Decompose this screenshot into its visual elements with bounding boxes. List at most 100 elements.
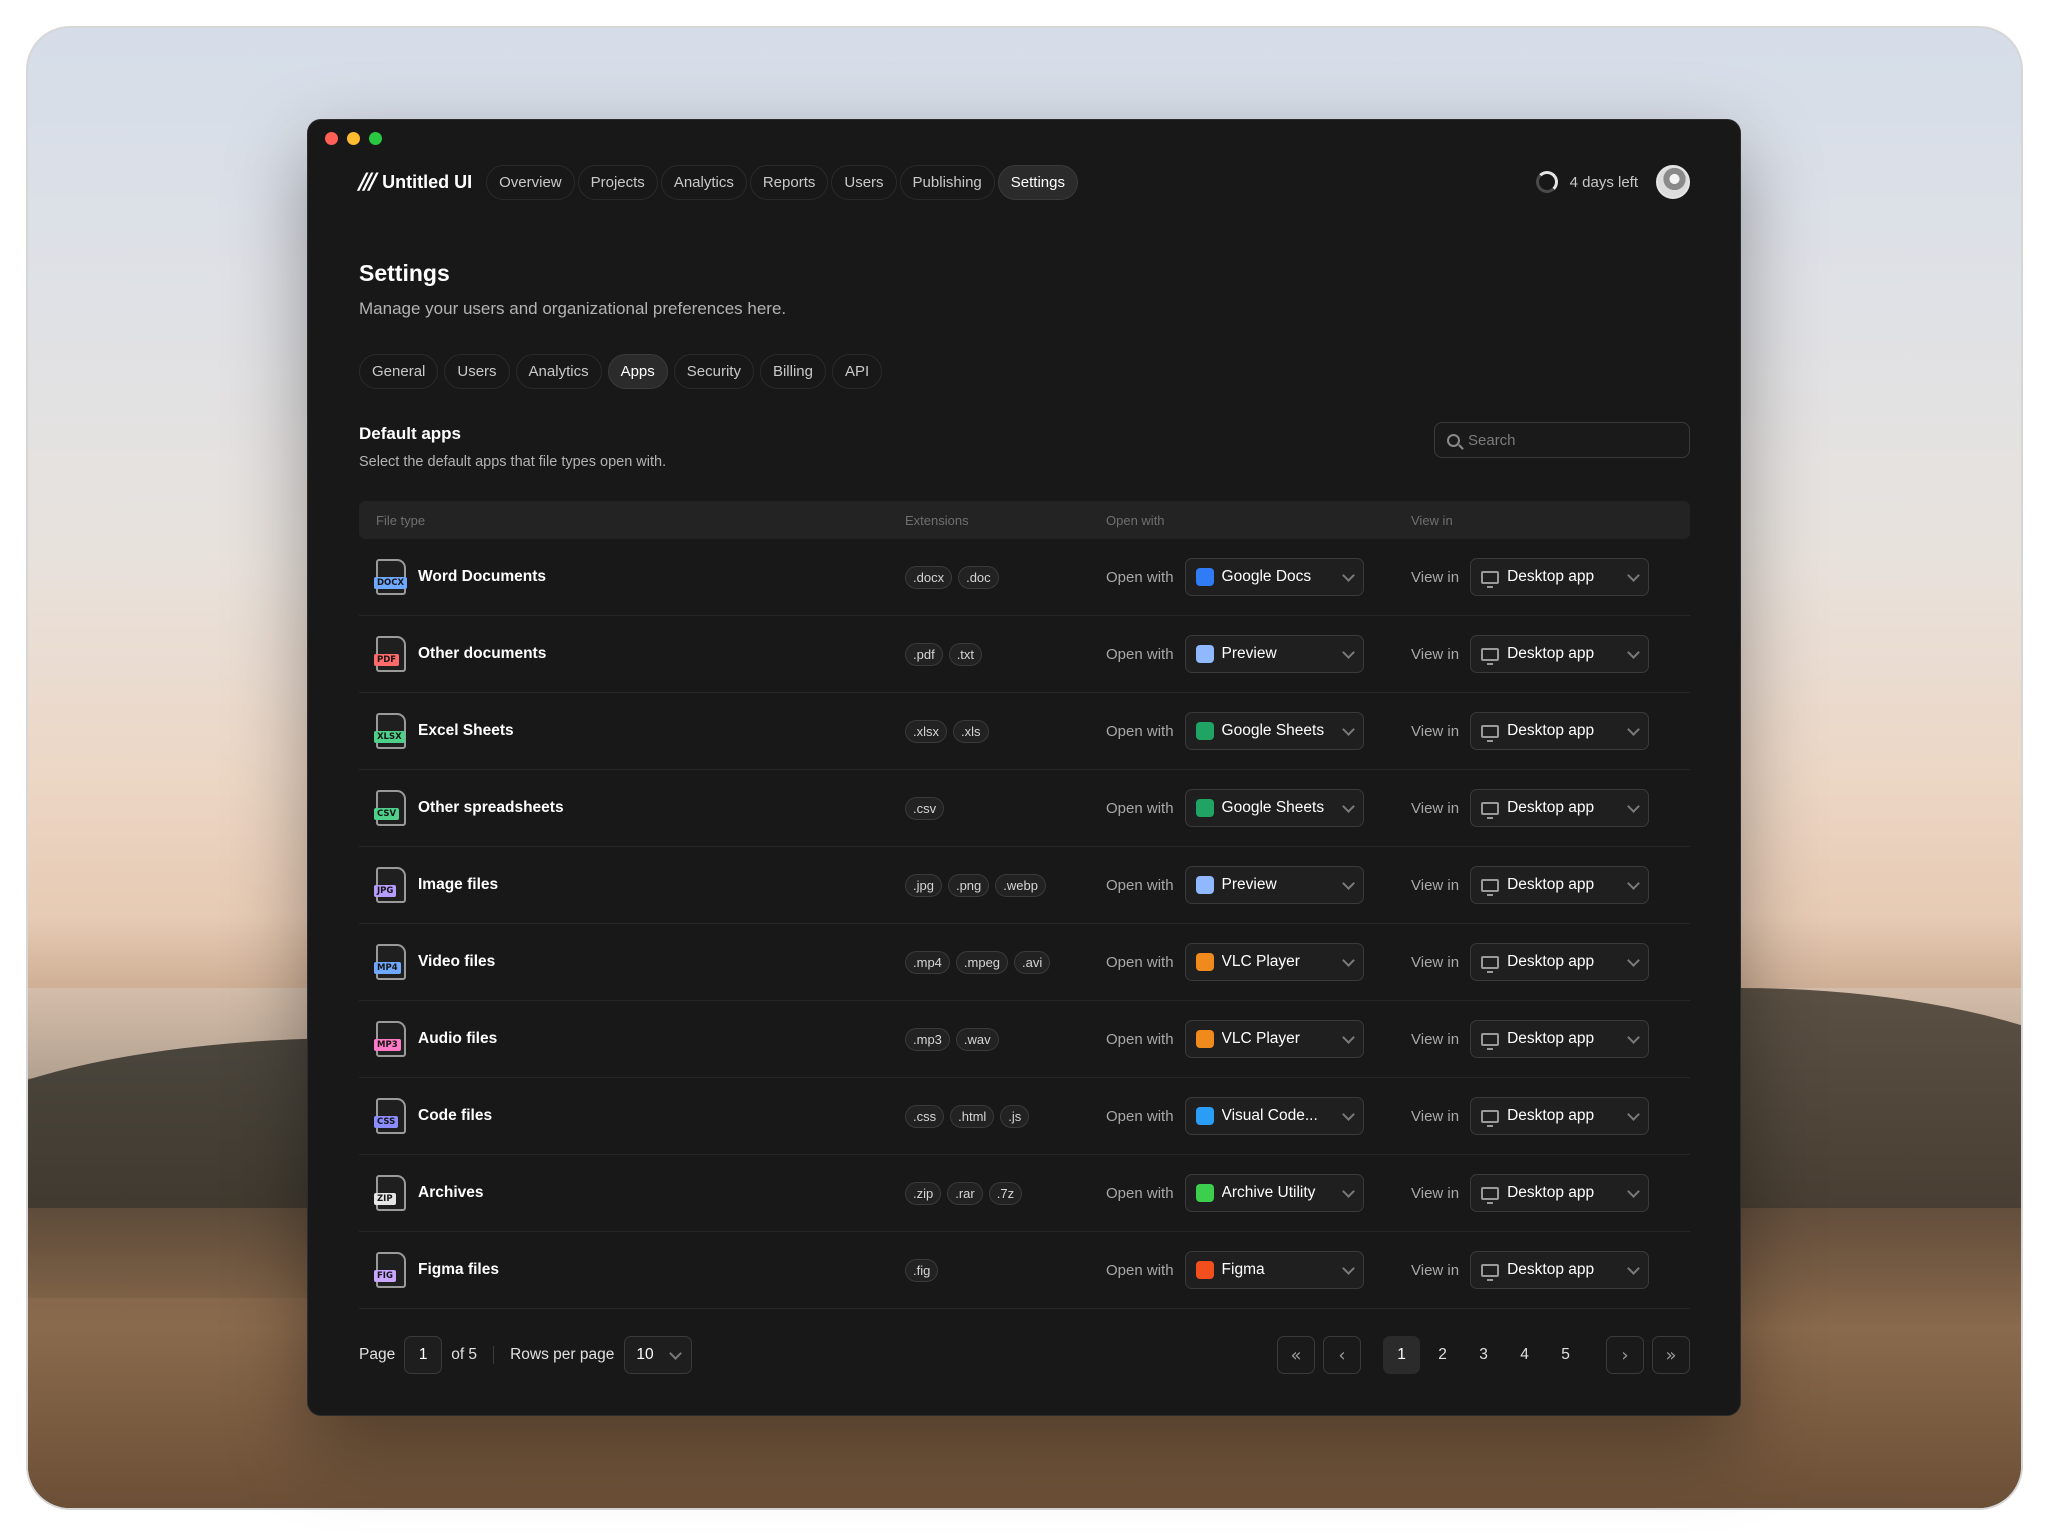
topbar-right: 4 days left — [1535, 165, 1690, 199]
page-number-1[interactable]: 1 — [1383, 1336, 1420, 1374]
tab-users[interactable]: Users — [444, 354, 510, 389]
open-with-select[interactable]: Preview — [1184, 635, 1364, 673]
open-with-select[interactable]: Preview — [1184, 866, 1364, 904]
open-with-select[interactable]: Visual Code... — [1184, 1097, 1364, 1135]
view-in-label: View in — [1411, 876, 1460, 894]
monitor-icon — [1481, 1263, 1500, 1281]
open-with-select[interactable]: Figma — [1184, 1251, 1364, 1289]
view-in-select[interactable]: Desktop app — [1470, 635, 1650, 673]
tab-general[interactable]: General — [359, 354, 439, 389]
open-with-select[interactable]: Archive Utility — [1184, 1174, 1364, 1212]
extension-chip: .png — [947, 873, 990, 897]
extension-chip: .html — [950, 1104, 995, 1128]
vscode-icon — [1195, 1107, 1214, 1125]
extension-chip: .js — [1000, 1104, 1030, 1128]
file-type-badge: JPG — [374, 885, 397, 897]
view-in-select[interactable]: Desktop app — [1470, 1097, 1650, 1135]
nav-item-analytics[interactable]: Analytics — [660, 164, 747, 200]
file-type-cell: CSS Code files — [359, 1098, 905, 1134]
view-in-value: Desktop app — [1507, 1261, 1595, 1278]
minimize-window-button[interactable] — [347, 132, 360, 145]
logo[interactable]: /// Untitled UI — [359, 170, 472, 195]
first-page-button[interactable]: « — [1277, 1336, 1315, 1374]
page-number-2[interactable]: 2 — [1424, 1336, 1461, 1374]
view-in-label: View in — [1411, 645, 1460, 663]
tab-analytics[interactable]: Analytics — [515, 354, 602, 389]
previous-page-button[interactable]: ‹ — [1323, 1336, 1361, 1374]
chevron-down-icon — [1627, 1184, 1640, 1198]
chevron-down-icon — [1341, 722, 1355, 736]
extension-chip: .7z — [988, 1181, 1023, 1205]
extension-chip: .xls — [953, 719, 989, 743]
view-in-select[interactable]: Desktop app — [1470, 1251, 1650, 1289]
nav-item-projects[interactable]: Projects — [577, 164, 658, 200]
extension-chip: .mp4 — [905, 950, 950, 974]
open-with-value: Google Sheets — [1221, 799, 1325, 816]
open-with-select[interactable]: Google Sheets — [1184, 789, 1364, 827]
open-with-cell: Open with Google Docs — [1106, 558, 1411, 596]
rows-per-page-select[interactable]: 10 — [624, 1336, 693, 1374]
search-box[interactable] — [1434, 422, 1690, 458]
view-in-select[interactable]: Desktop app — [1470, 1174, 1650, 1212]
current-page-input[interactable]: 1 — [404, 1336, 443, 1374]
page-number-5[interactable]: 5 — [1547, 1336, 1584, 1374]
monitor-icon — [1481, 1186, 1500, 1204]
nav-item-reports[interactable]: Reports — [749, 164, 829, 200]
view-in-select[interactable]: Desktop app — [1470, 789, 1650, 827]
tab-api[interactable]: API — [832, 354, 883, 389]
view-in-select[interactable]: Desktop app — [1470, 943, 1650, 981]
file-icon: CSS — [374, 1098, 406, 1134]
tab-billing[interactable]: Billing — [759, 354, 826, 389]
open-with-label: Open with — [1106, 876, 1174, 894]
table-row: MP3 Audio files .mp3 .wav Open with VLC Playe… — [359, 1001, 1690, 1078]
page-number-3[interactable]: 3 — [1465, 1336, 1502, 1374]
open-with-select[interactable]: VLC Player — [1184, 943, 1364, 981]
view-in-select[interactable]: Desktop app — [1470, 712, 1650, 750]
view-in-label: View in — [1411, 953, 1460, 971]
nav-item-settings[interactable]: Settings — [997, 164, 1078, 200]
user-avatar[interactable] — [1656, 165, 1690, 199]
main-nav: Overview Projects Analytics Reports User… — [486, 164, 1078, 200]
last-page-button[interactable]: » — [1652, 1336, 1690, 1374]
column-header-file-type: File type — [376, 512, 426, 528]
search-input[interactable] — [1468, 431, 1668, 449]
extension-chip: .txt — [948, 642, 983, 666]
trial-days-left[interactable]: 4 days left — [1570, 174, 1638, 191]
view-in-value: Desktop app — [1507, 1030, 1595, 1047]
file-type-cell: PDF Other documents — [359, 636, 905, 672]
chevron-down-icon — [1341, 876, 1355, 890]
view-in-select[interactable]: Desktop app — [1470, 866, 1650, 904]
table-row: MP4 Video files .mp4 .mpeg .avi Open with VLC … — [359, 924, 1690, 1001]
next-page-button[interactable]: › — [1606, 1336, 1644, 1374]
view-in-cell: View in Desktop app — [1411, 789, 1690, 827]
nav-item-users[interactable]: Users — [831, 164, 897, 200]
nav-item-publishing[interactable]: Publishing — [899, 164, 995, 200]
open-with-select[interactable]: Google Docs — [1184, 558, 1364, 596]
tab-security[interactable]: Security — [673, 354, 754, 389]
tab-apps[interactable]: Apps — [607, 354, 668, 389]
view-in-label: View in — [1411, 1030, 1460, 1048]
chevron-down-icon — [1627, 1261, 1640, 1275]
view-in-select[interactable]: Desktop app — [1470, 1020, 1650, 1058]
open-with-select[interactable]: Google Sheets — [1184, 712, 1364, 750]
extensions-cell: .xlsx .xls — [905, 719, 1106, 743]
monitor-icon — [1481, 878, 1500, 896]
page-number-4[interactable]: 4 — [1506, 1336, 1543, 1374]
nav-item-overview[interactable]: Overview — [486, 164, 575, 200]
extensions-cell: .fig — [905, 1258, 1106, 1282]
file-icon: PDF — [374, 636, 406, 672]
rows-per-page-value: 10 — [636, 1346, 654, 1363]
close-window-button[interactable] — [325, 132, 338, 145]
chevron-down-icon — [1341, 799, 1355, 813]
file-type-cell: JPG Image files — [359, 867, 905, 903]
pager-divider — [493, 1346, 495, 1364]
progress-ring-icon — [1535, 171, 1558, 193]
open-with-select[interactable]: VLC Player — [1184, 1020, 1364, 1058]
pagination-controls: « ‹ 1 2 3 4 5 › » — [1277, 1336, 1690, 1374]
settings-tabs: General Users Analytics Apps Security Bi… — [359, 354, 883, 389]
page-count: of 5 — [451, 1346, 478, 1363]
file-icon: CSV — [374, 790, 406, 826]
maximize-window-button[interactable] — [369, 132, 382, 145]
chevron-down-icon — [1341, 953, 1355, 967]
view-in-select[interactable]: Desktop app — [1470, 558, 1650, 596]
